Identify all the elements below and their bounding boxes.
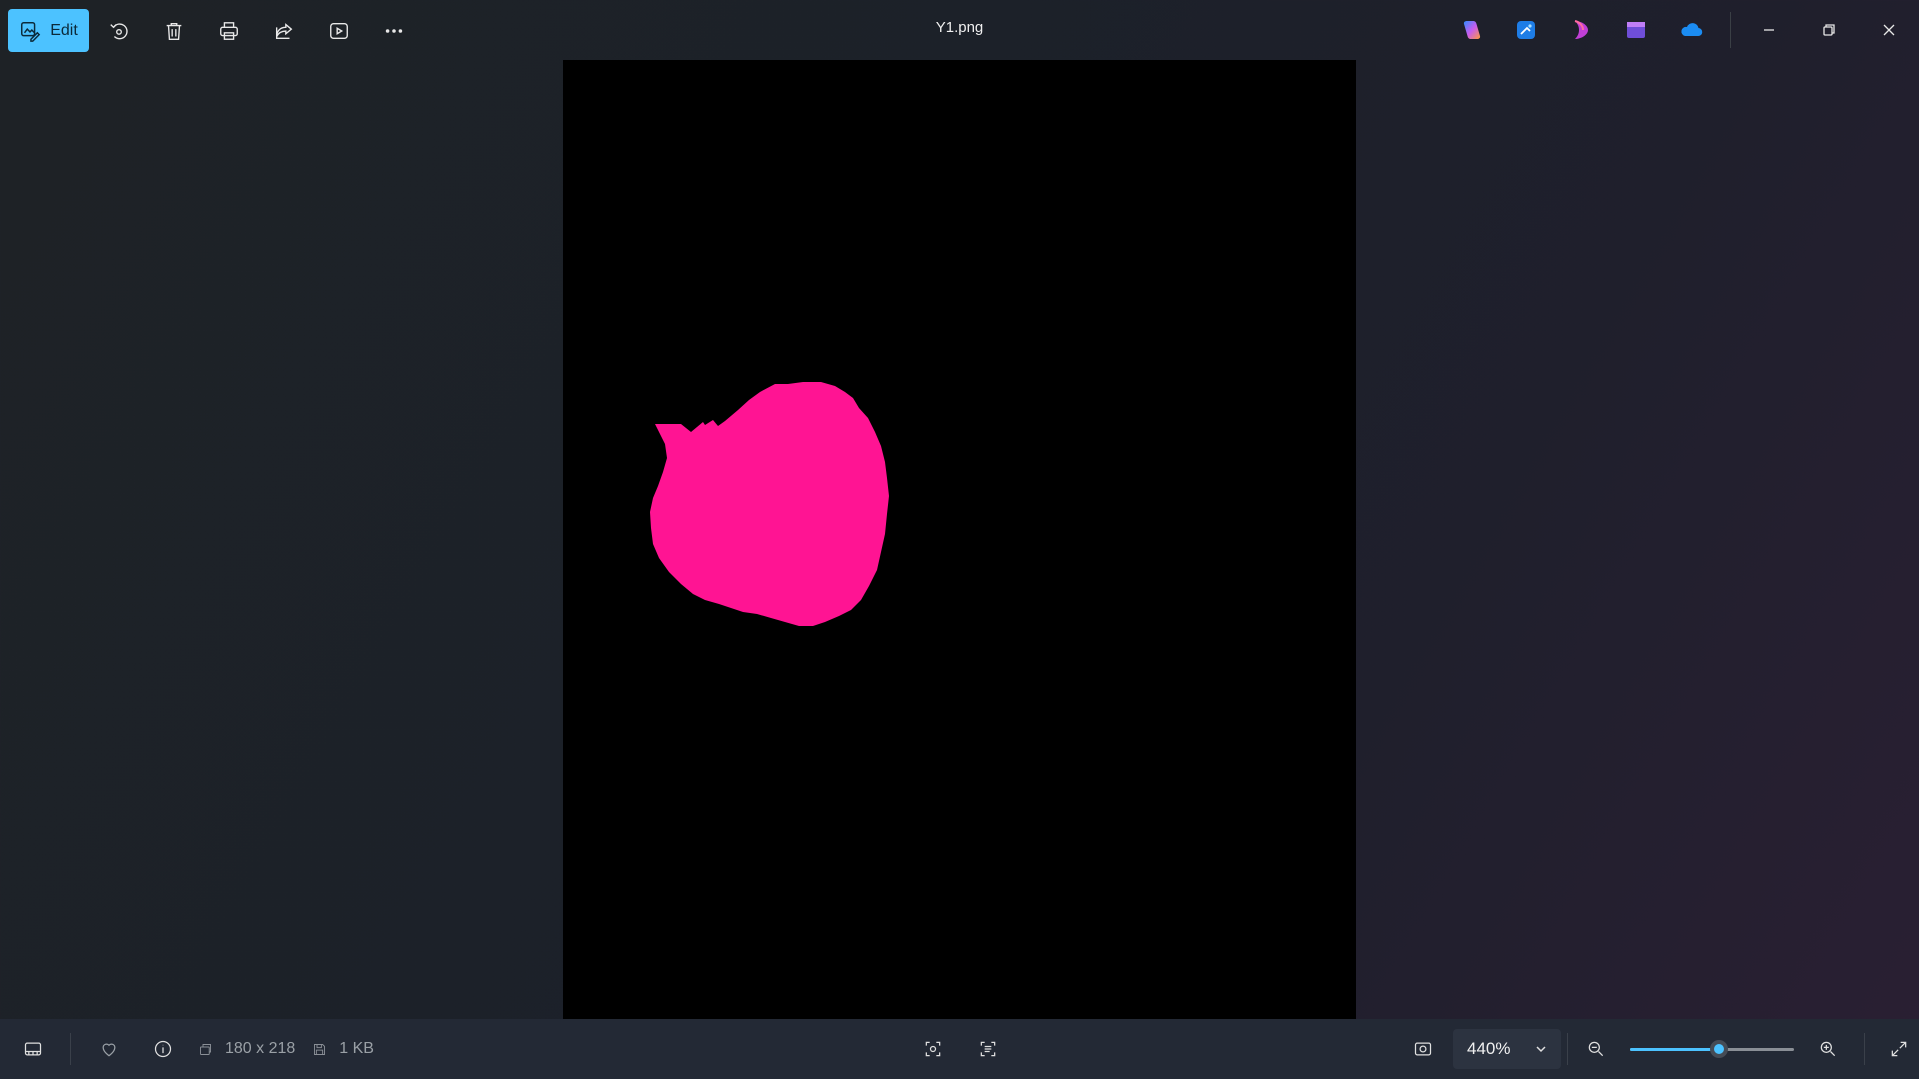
edit-label: Edit xyxy=(50,21,78,39)
delete-button[interactable] xyxy=(146,9,201,52)
title-bar: Edit Y1.png xyxy=(0,0,1919,60)
title-bar-right xyxy=(1443,0,1919,60)
designer-icon xyxy=(1516,21,1535,39)
file-size-icon-wrap xyxy=(307,1027,331,1071)
info-icon xyxy=(154,1040,172,1058)
onedrive-button[interactable] xyxy=(1663,0,1718,60)
dimensions-icon xyxy=(199,1043,211,1055)
more-icon xyxy=(385,28,402,33)
displayed-image xyxy=(563,60,1356,1019)
edit-icon xyxy=(21,21,41,42)
chevron-down-icon xyxy=(1536,1046,1546,1053)
filmstrip-icon xyxy=(24,1042,42,1056)
scan-text-icon xyxy=(980,1041,996,1057)
visual-search-icon xyxy=(925,1041,941,1057)
copilot-button[interactable] xyxy=(1443,0,1498,60)
slideshow-button[interactable] xyxy=(311,9,366,52)
title-bar-divider xyxy=(1730,12,1731,48)
minimize-button[interactable] xyxy=(1739,0,1799,60)
filmstrip-button[interactable] xyxy=(11,1027,55,1071)
minimize-icon xyxy=(1764,29,1774,31)
image-canvas[interactable] xyxy=(563,60,1356,1019)
clipchamp-icon xyxy=(1574,20,1588,39)
more-button[interactable] xyxy=(366,9,421,52)
scan-text-button[interactable] xyxy=(966,1027,1010,1071)
clipchamp-button[interactable] xyxy=(1553,0,1608,60)
save-icon xyxy=(313,1043,325,1055)
print-icon xyxy=(219,21,238,40)
favorite-button[interactable] xyxy=(87,1027,131,1071)
delete-icon xyxy=(166,22,181,40)
zoom-in-button[interactable] xyxy=(1806,1027,1850,1071)
status-right: 440% xyxy=(1401,1019,1919,1079)
window-title: Y1.png xyxy=(935,19,984,36)
slideshow-icon xyxy=(329,22,348,39)
image-dimensions: 180 x 218 xyxy=(225,1040,296,1057)
status-divider xyxy=(70,1033,71,1065)
share-icon xyxy=(275,22,292,39)
fullscreen-icon xyxy=(1891,1041,1907,1057)
fullscreen-button[interactable] xyxy=(1877,1027,1919,1071)
video-editor-icon xyxy=(1626,22,1645,38)
print-button[interactable] xyxy=(201,9,256,52)
zoom-in-icon xyxy=(1820,1041,1836,1057)
status-left: 180 x 218 1 KB xyxy=(11,1019,374,1079)
onedrive-icon xyxy=(1680,23,1702,37)
zoom-level: 440% xyxy=(1467,1039,1511,1058)
copilot-icon xyxy=(1463,21,1480,39)
zoom-divider xyxy=(1567,1033,1568,1065)
heart-icon xyxy=(102,1043,116,1057)
fullscreen-divider xyxy=(1864,1033,1865,1065)
zoom-level-dropdown[interactable]: 440% xyxy=(1453,1029,1561,1069)
dimensions-icon-wrap xyxy=(193,1027,217,1071)
zoom-slider-thumb[interactable] xyxy=(1709,1040,1728,1058)
fit-to-window-icon xyxy=(1414,1042,1432,1056)
share-button[interactable] xyxy=(256,9,311,52)
edit-button[interactable]: Edit xyxy=(8,9,89,52)
file-size: 1 KB xyxy=(339,1040,374,1057)
close-icon xyxy=(1883,24,1895,36)
restore-button[interactable] xyxy=(1799,0,1859,60)
visual-search-button[interactable] xyxy=(911,1027,955,1071)
zoom-out-button[interactable] xyxy=(1574,1027,1618,1071)
status-center xyxy=(911,1019,1010,1079)
designer-button[interactable] xyxy=(1498,0,1553,60)
close-button[interactable] xyxy=(1859,0,1919,60)
rotate-icon xyxy=(109,22,128,39)
fit-to-window-button[interactable] xyxy=(1401,1027,1445,1071)
toolbar: Edit xyxy=(8,9,421,52)
status-bar: 180 x 218 1 KB 440% xyxy=(0,1019,1919,1079)
rotate-button[interactable] xyxy=(91,9,146,52)
file-info-button[interactable] xyxy=(141,1027,185,1071)
zoom-out-icon xyxy=(1588,1041,1604,1057)
video-editor-button[interactable] xyxy=(1608,0,1663,60)
zoom-slider[interactable] xyxy=(1630,1039,1794,1059)
zoom-slider-fill xyxy=(1630,1048,1719,1051)
restore-icon xyxy=(1823,24,1835,36)
